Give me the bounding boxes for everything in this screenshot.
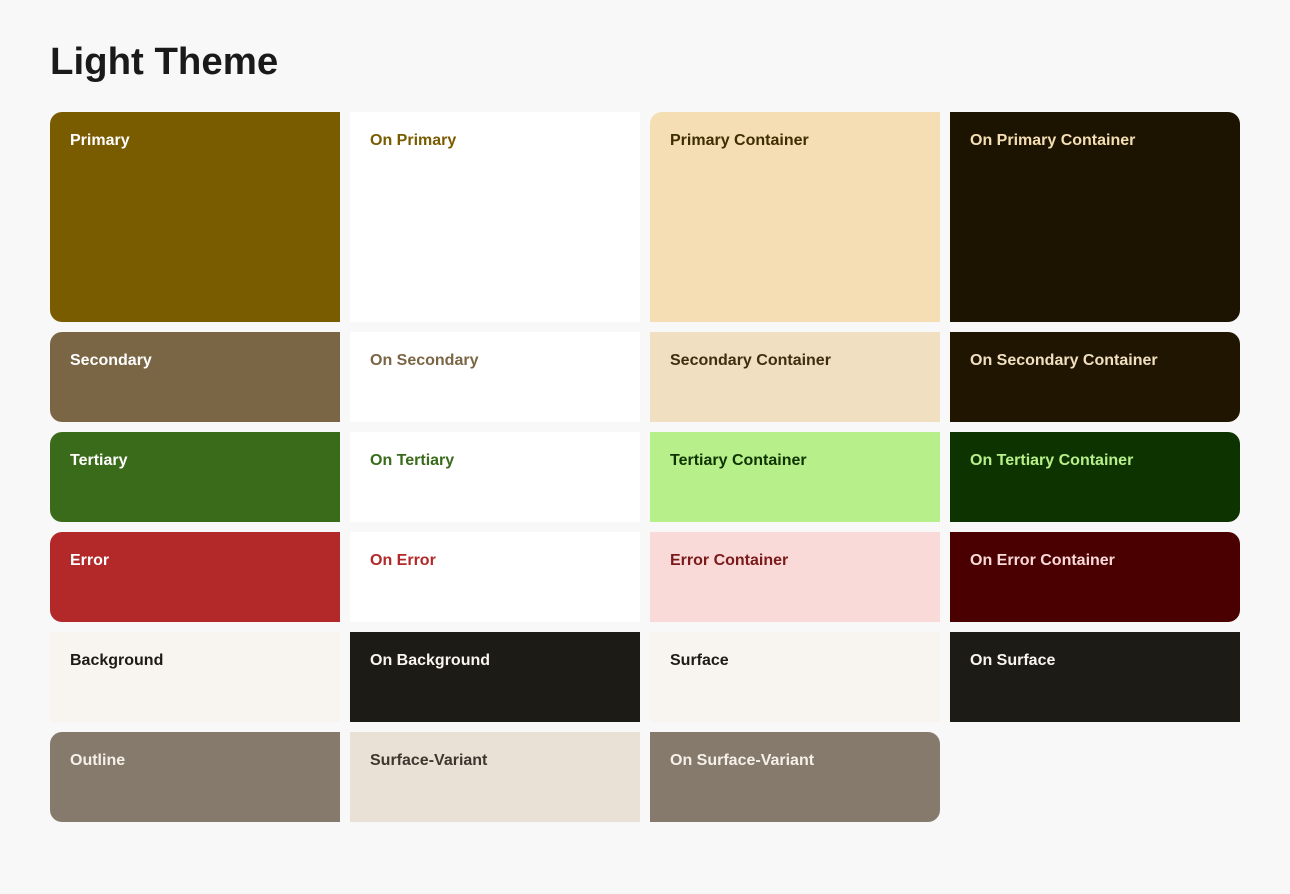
cell-on-error: On Error — [350, 532, 640, 622]
row-1: Secondary On Secondary Secondary Container… — [50, 332, 1240, 422]
cell-label-on-primary: On Primary — [370, 130, 456, 152]
cell-label-on-surface: On Surface — [970, 650, 1055, 672]
cell-error-container: Error Container — [650, 532, 940, 622]
cell-label-secondary-container: Secondary Container — [670, 350, 831, 372]
cell-label-surface-variant: Surface-Variant — [370, 750, 487, 772]
cell-label-surface: Surface — [670, 650, 729, 672]
row-3: Error On Error Error Container On Error Con… — [50, 532, 1240, 622]
cell-label-on-error: On Error — [370, 550, 436, 572]
cell-label-primary-container: Primary Container — [670, 130, 809, 152]
cell-primary-container: Primary Container — [650, 112, 940, 322]
cell-tertiary-container: Tertiary Container — [650, 432, 940, 522]
cell-surface: Surface — [650, 632, 940, 722]
cell-on-secondary-container: On Secondary Container — [950, 332, 1240, 422]
cell-label-error-container: Error Container — [670, 550, 788, 572]
row-4: Background On Background Surface On Surface — [50, 632, 1240, 722]
cell-label-outline: Outline — [70, 750, 125, 772]
cell-label-on-background: On Background — [370, 650, 490, 672]
cell-primary: Primary — [50, 112, 340, 322]
cell-on-background: On Background — [350, 632, 640, 722]
cell-on-surface-variant: On Surface-Variant — [650, 732, 940, 822]
cell-secondary-container: Secondary Container — [650, 332, 940, 422]
cell-outline: Outline — [50, 732, 340, 822]
cell-on-primary: On Primary — [350, 112, 640, 322]
cell-tertiary: Tertiary — [50, 432, 340, 522]
cell-on-primary-container: On Primary Container — [950, 112, 1240, 322]
cell-label-tertiary: Tertiary — [70, 450, 128, 472]
cell-label-secondary: Secondary — [70, 350, 152, 372]
color-grid: Primary On Primary Primary Container On Pri… — [50, 112, 1240, 822]
cell-label-on-primary-container: On Primary Container — [970, 130, 1135, 152]
row-0: Primary On Primary Primary Container On Pri… — [50, 112, 1240, 322]
cell-label-on-error-container: On Error Container — [970, 550, 1115, 572]
cell-on-tertiary-container: On Tertiary Container — [950, 432, 1240, 522]
cell-on-error-container: On Error Container — [950, 532, 1240, 622]
cell-on-surface: On Surface — [950, 632, 1240, 722]
cell-label-on-tertiary-container: On Tertiary Container — [970, 450, 1133, 472]
cell-label-on-surface-variant: On Surface-Variant — [670, 750, 814, 772]
row-5: Outline Surface-Variant On Surface-Variant — [50, 732, 1240, 822]
cell-background: Background — [50, 632, 340, 722]
cell-error: Error — [50, 532, 340, 622]
cell-secondary: Secondary — [50, 332, 340, 422]
cell-label-on-secondary-container: On Secondary Container — [970, 350, 1158, 372]
cell-label-error: Error — [70, 550, 109, 572]
cell-label-on-secondary: On Secondary — [370, 350, 478, 372]
row-2: Tertiary On Tertiary Tertiary Container On … — [50, 432, 1240, 522]
cell-on-tertiary: On Tertiary — [350, 432, 640, 522]
cell-label-primary: Primary — [70, 130, 130, 152]
cell-label-on-tertiary: On Tertiary — [370, 450, 454, 472]
cell-surface-variant: Surface-Variant — [350, 732, 640, 822]
cell-label-background: Background — [70, 650, 163, 672]
cell-label-tertiary-container: Tertiary Container — [670, 450, 807, 472]
cell-on-secondary: On Secondary — [350, 332, 640, 422]
page-title: Light Theme — [50, 40, 1240, 84]
